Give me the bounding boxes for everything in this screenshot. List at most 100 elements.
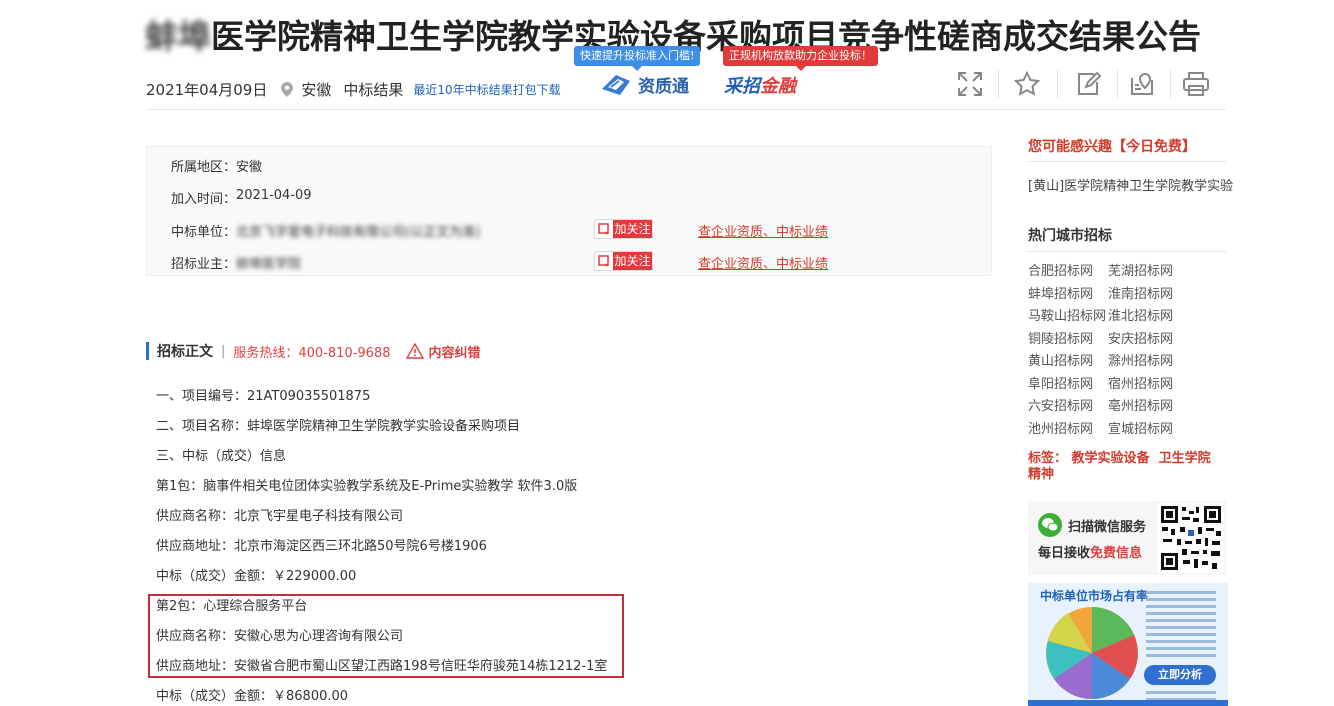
section-title: 招标正文 <box>157 344 213 360</box>
section-header: 招标正文 | 服务热线：400-810-9688 内容纠错 <box>146 341 481 361</box>
tags-label: 标签： <box>1028 451 1068 466</box>
city-link[interactable]: 黄山招标网 <box>1028 350 1093 369</box>
service-hotline: 服务热线：400-810-9688 <box>233 345 391 361</box>
time-label: 加入时间： <box>171 192 237 207</box>
body-line: 供应商地址：北京市海淀区西三环北路50号院6号楼1906 <box>156 539 487 554</box>
city-link[interactable]: 蚌埠招标网 <box>1028 283 1093 302</box>
hot-cities-title: 热门城市招标 <box>1028 228 1112 244</box>
meta-row: 2021年04月09日 安徽 中标结果 最近10年中标结果打包下载 <box>146 78 561 100</box>
time-value: 2021-04-09 <box>236 188 312 203</box>
promo-bubble-qualification[interactable]: 快速提升投标准入门槛! <box>574 46 701 71</box>
body-line: 供应商名称：北京飞宇星电子科技有限公司 <box>156 509 404 524</box>
follow-label: 加关注 <box>613 220 652 238</box>
region-value: 安徽 <box>236 160 263 175</box>
tag-link[interactable]: 教学实验设备 <box>1072 451 1150 466</box>
query-winner-link[interactable]: 查企业资质、中标业绩 <box>698 221 828 240</box>
zizhitong-logo-icon <box>602 75 630 95</box>
header-divider <box>146 109 1226 110</box>
wechat-subtitle: 每日接收免费信息 <box>1038 542 1142 561</box>
region-label: 所属地区： <box>171 160 237 175</box>
star-icon[interactable] <box>1011 68 1043 100</box>
winner-value[interactable]: 北京飞宇星电子科技有限公司(以正文为准) <box>236 221 480 240</box>
sidebar-divider <box>1028 251 1226 252</box>
tag-link[interactable]: 卫生学院 <box>1159 451 1211 466</box>
notice-type: 中标结果 <box>343 80 404 99</box>
section-accent-bar <box>146 342 149 360</box>
qr-code-image <box>1158 503 1224 573</box>
city-link[interactable]: 铜陵招标网 <box>1028 328 1093 347</box>
pie-chart-graphic <box>1046 607 1138 700</box>
location-icon[interactable] <box>1126 68 1158 100</box>
info-box: 所属地区： 安徽 加入时间： 2021-04-09 中标单位： 北京飞宇星电子科… <box>146 146 992 276</box>
city-link[interactable]: 宿州招标网 <box>1108 373 1173 392</box>
city-link[interactable]: 亳州招标网 <box>1108 395 1173 414</box>
city-link[interactable]: 芜湖招标网 <box>1108 260 1173 279</box>
info-row-time: 加入时间： 2021-04-09 <box>171 188 312 207</box>
analyze-button[interactable]: 立即分析 <box>1144 665 1216 685</box>
follow-icon <box>595 220 613 238</box>
follow-icon <box>595 252 613 270</box>
wechat-title: 扫描微信服务 <box>1068 520 1147 535</box>
market-share-ad[interactable]: 中标单位市场占有率 立即分析 <box>1028 583 1228 706</box>
query-owner-link[interactable]: 查企业资质、中标业绩 <box>698 253 828 272</box>
body-line: 第1包：脑事件相关电位团体实验教学系统及E-Prime实验教学 软件3.0版 <box>156 479 578 494</box>
city-link[interactable]: 滁州招标网 <box>1108 350 1173 369</box>
city-link[interactable]: 淮北招标网 <box>1108 305 1173 324</box>
edit-icon[interactable] <box>1072 68 1104 100</box>
logo-part-finance: 金融 <box>760 76 796 97</box>
wechat-service-box[interactable]: 扫描微信服务 每日接收免费信息 <box>1028 501 1226 575</box>
promo-bubble-finance[interactable]: 正规机构放款助力企业投标！ <box>723 46 878 71</box>
highlight-box <box>148 594 624 678</box>
sidebar-divider <box>1028 161 1226 162</box>
zizhitong-logo-text: 资质通 <box>638 76 689 97</box>
expand-icon[interactable] <box>954 68 986 100</box>
body-line: 二、项目名称：蚌埠医学院精神卫生学院教学实验设备采购项目 <box>156 419 521 434</box>
interest-link[interactable]: [黄山]医学院精神卫生学院教学实验 <box>1028 175 1233 194</box>
wechat-icon <box>1038 513 1062 537</box>
caizhao-finance-logo[interactable]: 采招金融 <box>724 72 796 98</box>
tag-link[interactable]: 精神 <box>1028 467 1054 482</box>
title-blurred-part: 蚌埠 <box>145 17 211 56</box>
zizhitong-logo[interactable]: 资质通 <box>600 70 689 98</box>
city-link[interactable]: 马鞍山招标网 <box>1028 305 1106 324</box>
follow-winner-button[interactable]: 加关注 <box>594 219 653 239</box>
city-link[interactable]: 淮南招标网 <box>1108 283 1173 302</box>
toolbar-divider <box>998 70 999 98</box>
toolbar-divider <box>1170 70 1171 98</box>
city-link[interactable]: 阜阳招标网 <box>1028 373 1093 392</box>
location-pin-icon <box>281 81 294 97</box>
follow-owner-button[interactable]: 加关注 <box>594 251 653 271</box>
section-separator: | <box>221 343 226 359</box>
city-link[interactable]: 六安招标网 <box>1028 395 1093 414</box>
body-line: 中标（成交）金额：￥229000.00 <box>156 569 357 584</box>
body-line: 中标（成交）金额：￥86800.00 <box>156 689 349 704</box>
body-line: 三、中标（成交）信息 <box>156 449 287 464</box>
winner-label: 中标单位： <box>171 225 237 240</box>
toolbar-divider <box>1117 70 1118 98</box>
wechat-subtitle-b: 免费信息 <box>1090 546 1143 561</box>
download-link[interactable]: 最近10年中标结果打包下载 <box>413 81 560 98</box>
city-link[interactable]: 宣城招标网 <box>1108 418 1173 437</box>
publish-date: 2021年04月09日 <box>146 80 268 99</box>
info-row-owner: 招标业主： 蚌埠医学院 <box>171 253 301 272</box>
city-link[interactable]: 安庆招标网 <box>1108 328 1173 347</box>
wechat-subtitle-a: 每日接收 <box>1038 546 1091 561</box>
info-row-region: 所属地区： 安徽 <box>171 156 262 175</box>
info-row-winner: 中标单位： 北京飞宇星电子科技有限公司(以正文为准) <box>171 221 480 240</box>
city-link[interactable]: 合肥招标网 <box>1028 260 1093 279</box>
logo-part-caizhao: 采招 <box>724 76 760 97</box>
owner-value[interactable]: 蚌埠医学院 <box>236 253 301 272</box>
interest-title: 您可能感兴趣【今日免费】 <box>1028 139 1196 155</box>
print-icon[interactable] <box>1180 68 1212 100</box>
title-main: 医学院精神卫生学院教学实验设备采购项目竞争性磋商成交结果公告 <box>211 17 1201 56</box>
warning-icon <box>406 343 425 359</box>
ad-bottom-strip <box>1028 700 1228 706</box>
city-link[interactable]: 池州招标网 <box>1028 418 1093 437</box>
report-error-link[interactable]: 内容纠错 <box>406 342 481 361</box>
follow-label: 加关注 <box>613 252 652 270</box>
region-text: 安徽 <box>301 80 332 99</box>
body-line: 一、项目编号：21AT09035501875 <box>156 389 371 404</box>
ad-title: 中标单位市场占有率 <box>1040 589 1149 603</box>
owner-label: 招标业主： <box>171 257 237 272</box>
tags-row: 标签： 教学实验设备 卫生学院 精神 <box>1028 451 1228 483</box>
